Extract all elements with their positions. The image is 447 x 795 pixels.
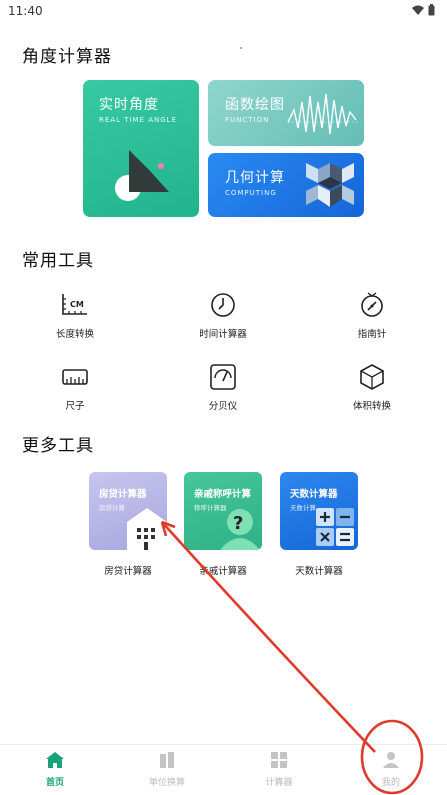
card-geometry-subtitle: COMPUTING	[225, 189, 277, 197]
status-icons	[412, 4, 435, 16]
tool-label: 体积转换	[352, 401, 391, 412]
tool-volume-convert[interactable]: 体积转换	[332, 362, 412, 412]
more-card-title: 房贷计算器	[99, 489, 147, 500]
more-label-mortgage: 房贷计算器	[104, 566, 152, 577]
nav-home[interactable]: 首页	[15, 751, 95, 788]
bottom-nav: 首页 单位换算 计算器 我的	[0, 744, 447, 795]
clock-icon	[211, 293, 235, 317]
cube-icon	[360, 364, 384, 390]
section-title-more: 更多工具	[22, 436, 94, 456]
ruler-cm-icon: CM	[62, 294, 87, 315]
more-card-days[interactable]: 天数计算器 天数计算	[280, 472, 358, 550]
ruler-icon	[62, 369, 88, 385]
tool-label: 尺子	[65, 401, 85, 412]
nav-mine[interactable]: 我的	[351, 751, 431, 788]
card-function-title: 函数绘图	[225, 97, 285, 113]
tool-length-convert[interactable]: CM 长度转换	[35, 290, 115, 340]
more-card-subtitle: 天数计算	[290, 504, 316, 512]
tool-label: 时间计算器	[199, 329, 247, 340]
user-icon	[383, 752, 399, 768]
battery-icon	[428, 4, 435, 16]
more-card-title: 天数计算器	[290, 489, 338, 500]
wifi-icon	[412, 5, 424, 15]
waveform-icon	[287, 93, 358, 135]
decibel-meter-icon	[210, 364, 236, 390]
card-function-plot[interactable]: 函数绘图 FUNCTION	[208, 80, 364, 146]
card-realtime-title: 实时角度	[99, 97, 159, 113]
tool-label: 长度转换	[55, 329, 94, 340]
more-card-relatives[interactable]: 亲戚称呼计算 称呼计算器 ?	[184, 472, 262, 550]
nav-mine-label: 我的	[381, 778, 400, 788]
tool-decibel-meter[interactable]: 分贝仪	[183, 362, 263, 412]
nav-unit-label: 单位换算	[148, 778, 185, 788]
more-card-title: 亲戚称呼计算	[194, 489, 252, 500]
building-icon	[127, 508, 167, 550]
status-bar: 11:40	[0, 0, 447, 22]
tool-time-calculator[interactable]: 时间计算器	[183, 290, 263, 340]
more-card-mortgage[interactable]: 房贷计算器 房贷计算	[89, 472, 167, 550]
svg-text:?: ?	[233, 513, 243, 534]
nav-calculator[interactable]: 计算器	[239, 751, 319, 788]
card-realtime-angle[interactable]: 实时角度 REAL TIME ANGLE	[83, 80, 199, 217]
section-title-common: 常用工具	[22, 251, 94, 271]
angle-illustration-icon	[115, 150, 169, 201]
home-icon	[46, 752, 64, 768]
annotation-arrow	[161, 521, 376, 753]
more-card-subtitle: 房贷计算	[99, 504, 125, 512]
status-time: 11:40	[8, 4, 43, 18]
card-realtime-subtitle: REAL TIME ANGLE	[99, 116, 177, 124]
tool-label: 指南针	[357, 329, 387, 340]
nav-home-label: 首页	[45, 778, 64, 788]
card-geometry[interactable]: 几何计算 COMPUTING	[208, 153, 364, 217]
svg-text:CM: CM	[70, 300, 84, 309]
section-title-angle: 角度计算器	[22, 47, 112, 67]
more-label-relatives: 亲戚计算器	[199, 566, 247, 577]
nav-unit-convert[interactable]: 单位换算	[127, 751, 207, 788]
tool-compass[interactable]: 指南针	[332, 290, 412, 340]
card-geometry-title: 几何计算	[225, 170, 285, 186]
more-label-days: 天数计算器	[295, 566, 343, 577]
card-function-subtitle: FUNCTION	[225, 116, 270, 124]
person-question-icon: ?	[220, 509, 260, 550]
calculator-icon	[271, 752, 287, 768]
dot-decoration	[240, 47, 242, 49]
tool-ruler[interactable]: 尺子	[35, 362, 115, 412]
cubes-icon	[306, 163, 354, 207]
calculator-symbols-icon	[316, 508, 354, 546]
compass-icon	[361, 292, 383, 317]
unit-convert-icon	[160, 752, 174, 768]
tool-label: 分贝仪	[208, 401, 238, 412]
nav-calc-label: 计算器	[265, 778, 293, 788]
